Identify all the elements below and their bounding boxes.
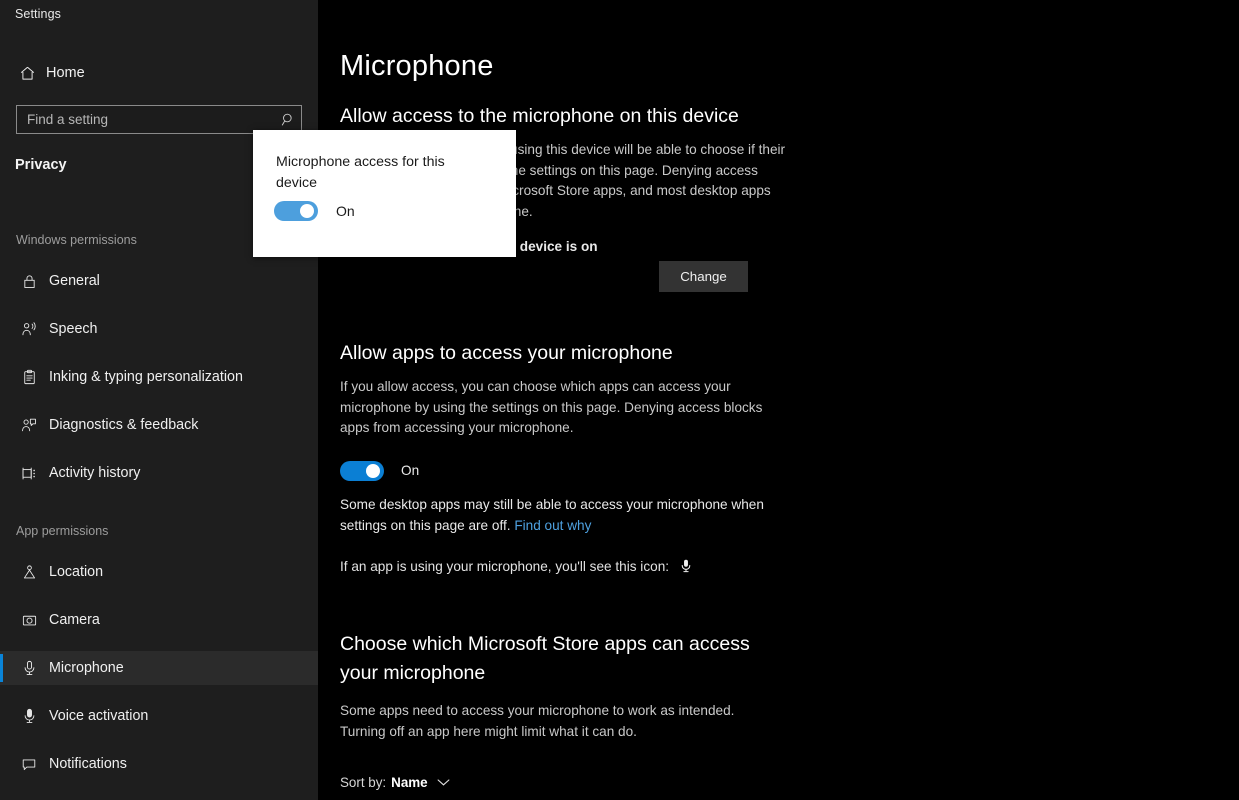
home-icon <box>12 65 42 82</box>
apps-access-heading: Allow apps to access your microphone <box>340 342 673 364</box>
sidebar-item-label-voice-activation: Voice activation <box>49 708 149 724</box>
change-button[interactable]: Change <box>659 261 748 292</box>
sort-by-control[interactable]: Sort by: Name <box>340 775 450 790</box>
sidebar-nav: Windows permissions General Speech Inkin… <box>0 228 318 795</box>
nav-group-heading-app-permissions: App permissions <box>16 524 109 538</box>
sidebar: Settings Home Privacy Windows permission… <box>0 0 318 800</box>
store-apps-heading: Choose which Microsoft Store apps can ac… <box>340 633 750 684</box>
speech-person-icon <box>16 321 42 338</box>
flyout-toggle-row: On <box>274 201 355 221</box>
location-pin-icon <box>16 564 42 581</box>
settings-window: Settings Home Privacy Windows permission… <box>0 0 1239 800</box>
voice-activation-icon <box>16 707 42 725</box>
chevron-down-icon[interactable] <box>437 778 450 787</box>
lock-icon <box>16 273 42 290</box>
sort-by-value: Name <box>391 775 428 790</box>
main-content: Microphone Allow access to the microphon… <box>318 0 1239 800</box>
app-title: Settings <box>15 7 61 21</box>
sidebar-item-home[interactable]: Home <box>12 59 304 87</box>
find-out-why-link[interactable]: Find out why <box>514 518 591 533</box>
using-microphone-icon-note-text: If an app is using your microphone, you'… <box>340 558 670 574</box>
notification-icon <box>16 756 42 773</box>
apps-access-section: Allow apps to access your microphone If … <box>340 342 775 481</box>
sidebar-item-label-camera: Camera <box>49 612 100 628</box>
microphone-icon <box>16 659 42 677</box>
search-icon[interactable] <box>275 112 301 127</box>
sidebar-item-label-microphone: Microphone <box>49 660 124 676</box>
sidebar-item-inking-typing-personalization[interactable]: Inking & typing personalization <box>0 360 318 394</box>
sidebar-item-activity-history[interactable]: Activity history <box>0 456 318 490</box>
sidebar-item-label-location: Location <box>49 564 104 580</box>
using-microphone-icon-note: If an app is using your microphone, you'… <box>340 558 693 574</box>
feedback-person-icon <box>16 417 42 434</box>
store-apps-section: Choose which Microsoft Store apps can ac… <box>340 630 760 742</box>
flyout-device-access-toggle[interactable] <box>274 201 318 221</box>
sidebar-section-title: Privacy <box>15 157 67 173</box>
sidebar-item-label-notifications: Notifications <box>49 756 127 772</box>
toggle-knob <box>366 463 380 478</box>
desktop-apps-note: Some desktop apps may still be able to a… <box>340 495 775 536</box>
flyout-toggle-label: On <box>336 203 355 219</box>
clipboard-pen-icon <box>16 369 42 386</box>
sidebar-item-voice-activation[interactable]: Voice activation <box>0 699 318 733</box>
store-apps-description: Some apps need to access your microphone… <box>340 703 735 739</box>
sidebar-item-location[interactable]: Location <box>0 555 318 589</box>
microphone-access-flyout: Microphone access for this device On <box>253 130 516 257</box>
toggle-knob <box>300 204 314 218</box>
sidebar-item-label-speech: Speech <box>49 321 98 337</box>
camera-icon <box>16 612 42 629</box>
sidebar-item-label-inking: Inking & typing personalization <box>49 369 243 385</box>
sidebar-item-label-diagnostics: Diagnostics & feedback <box>49 417 199 433</box>
page-title: Microphone <box>340 50 494 82</box>
flyout-title: Microphone access for this device <box>276 154 445 191</box>
apps-access-toggle-row: On <box>340 460 775 481</box>
apps-access-toggle-label: On <box>401 463 420 478</box>
apps-access-toggle[interactable] <box>340 460 384 481</box>
sidebar-item-camera[interactable]: Camera <box>0 603 318 637</box>
sidebar-item-label-activity-history: Activity history <box>49 465 141 481</box>
activity-history-icon <box>16 465 42 482</box>
search-input[interactable] <box>17 106 275 133</box>
sidebar-item-microphone[interactable]: Microphone <box>0 651 318 685</box>
sidebar-item-speech[interactable]: Speech <box>0 312 318 346</box>
apps-access-description: If you allow access, you can choose whic… <box>340 379 763 435</box>
sidebar-item-diagnostics-feedback[interactable]: Diagnostics & feedback <box>0 408 318 442</box>
microphone-icon <box>679 558 693 574</box>
sort-by-label: Sort by: <box>340 775 387 790</box>
sidebar-item-label-home: Home <box>46 65 85 81</box>
sidebar-item-label-general: General <box>49 273 100 289</box>
device-access-heading: Allow access to the microphone on this d… <box>340 105 739 127</box>
sidebar-item-notifications[interactable]: Notifications <box>0 747 318 781</box>
sidebar-item-general[interactable]: General <box>0 264 318 298</box>
